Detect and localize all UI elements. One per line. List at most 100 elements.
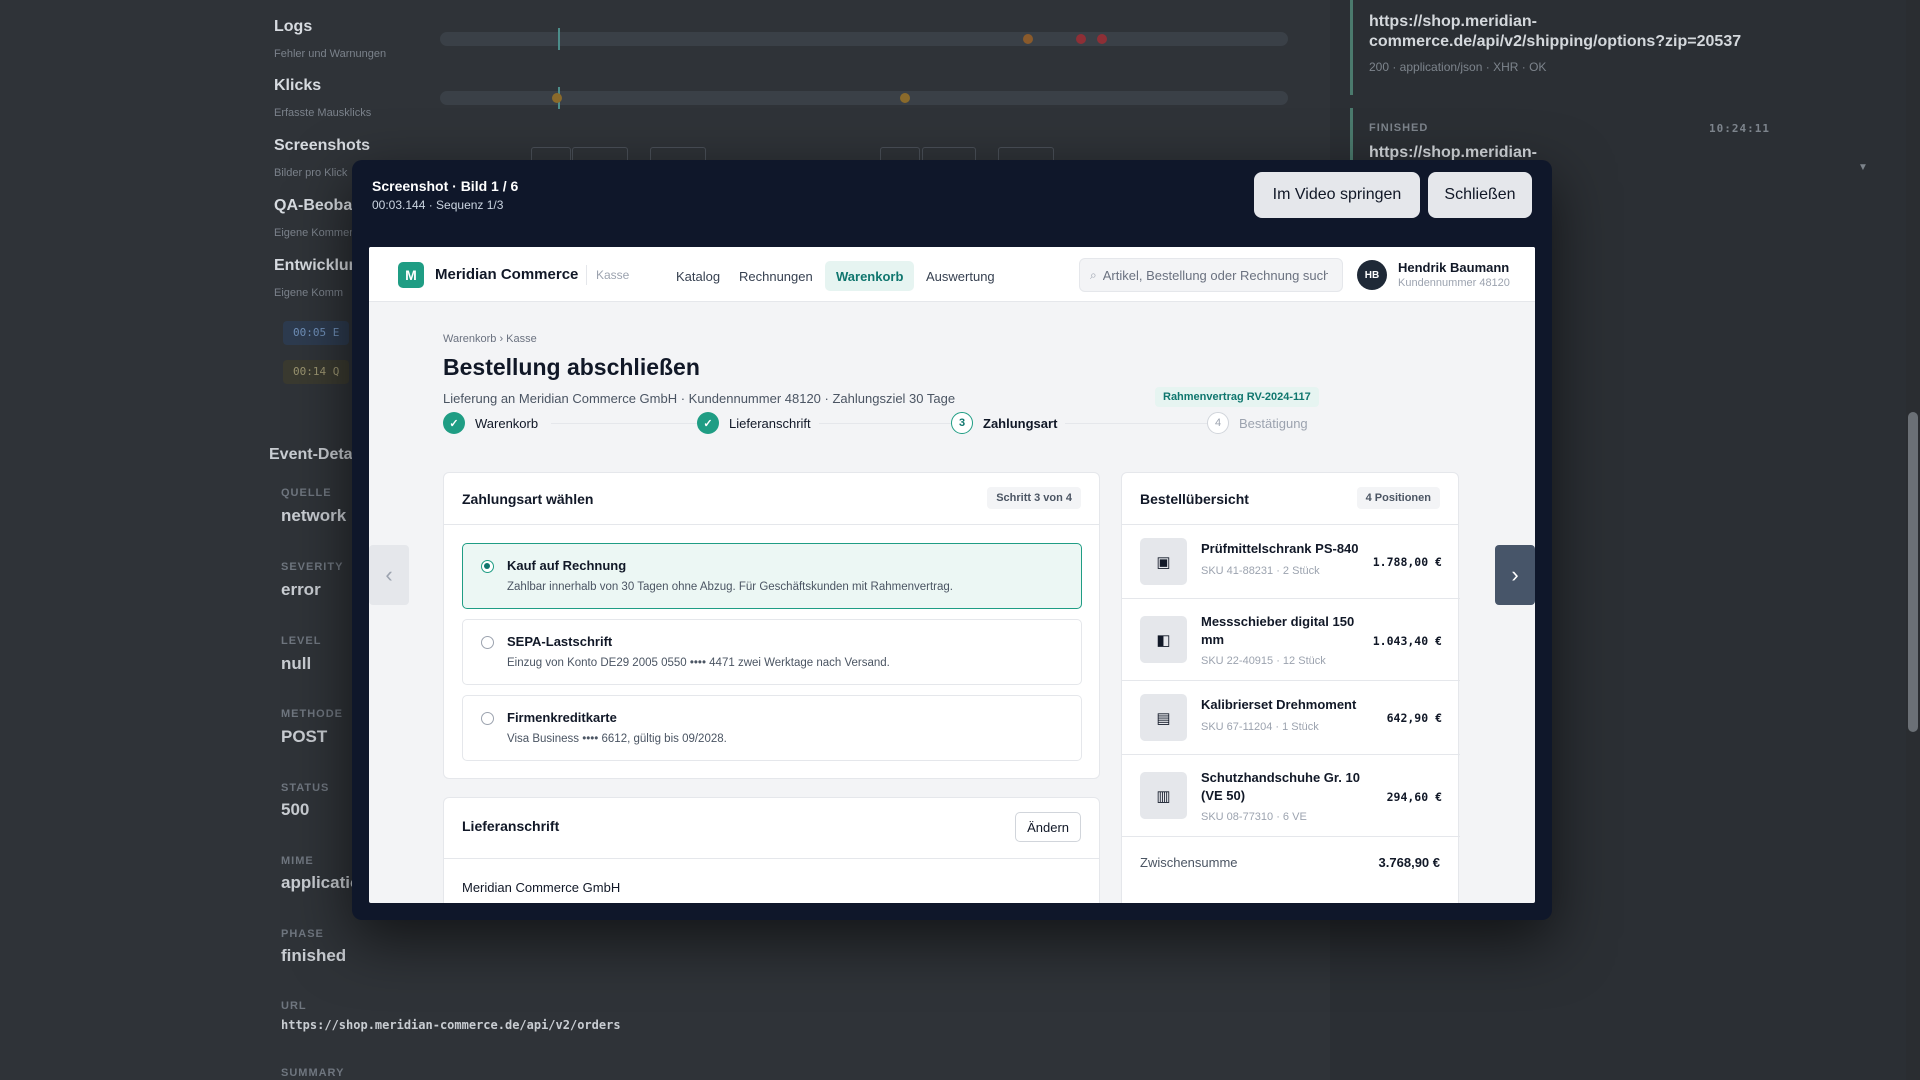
stepper-connector: [551, 423, 716, 424]
product-thumb-icon: ▥: [1140, 772, 1187, 819]
close-button[interactable]: Schließen: [1428, 172, 1532, 218]
comment-chip[interactable]: 00:14 Q: [283, 360, 350, 384]
item-price: 1.788,00 €: [1372, 555, 1442, 569]
radio-selected[interactable]: [481, 560, 494, 573]
step-lieferanschrift[interactable]: ✓ Lieferanschrift: [697, 411, 819, 435]
request-url: https://shop.meridian-commerce.de/api/v2…: [1369, 13, 1742, 50]
track-sub-dev: Eigene Komm: [274, 287, 344, 299]
avatar[interactable]: HB: [1357, 260, 1387, 290]
modal-title: Screenshot · Bild 1 / 6: [372, 178, 519, 194]
product-thumb-icon: ▣: [1140, 538, 1187, 585]
chip-text: Q: [332, 365, 340, 378]
payment-option-invoice[interactable]: Kauf auf Rechnung Zahlbar innerhalb von …: [462, 543, 1082, 609]
prev-image-button[interactable]: ‹: [369, 545, 409, 605]
subtotal-value: 3.768,90 €: [1378, 855, 1440, 870]
timeline-marker[interactable]: [552, 93, 562, 103]
nav-item-warenkorb[interactable]: Warenkorb: [825, 261, 915, 291]
comment-chip[interactable]: 00:05 E: [283, 321, 350, 345]
playhead[interactable]: [558, 28, 560, 50]
request-card[interactable]: https://shop.meridian-commerce.de/api/v2…: [1350, 0, 1789, 95]
product-thumb-icon: ◧: [1140, 616, 1187, 663]
item-price: 1.043,40 €: [1372, 634, 1442, 648]
track-label-logs: Logs: [274, 18, 313, 35]
nav-item-katalog[interactable]: Katalog: [665, 261, 731, 291]
list-item[interactable]: ◧ Messschieber digital 150 mm SKU 22-409…: [1122, 599, 1460, 681]
detail-label: LEVEL: [281, 635, 322, 647]
screenshot-viewer: M Meridian Commerce Kasse Katalog Rechnu…: [369, 247, 1535, 903]
step-number: 4: [1207, 412, 1229, 434]
item-name: Kalibrierset Drehmoment: [1201, 697, 1357, 712]
order-summary-card: Bestellübersicht 4 Positionen ▣ Prüfmitt…: [1121, 472, 1460, 903]
item-sku: SKU 08-77310 · 6 VE: [1201, 811, 1307, 823]
option-description: Zahlbar innerhalb von 30 Tagen ohne Abzu…: [507, 581, 954, 593]
chevron-down-icon[interactable]: ▼: [1858, 162, 1868, 173]
search-input[interactable]: ⌕ Artikel, Bestellung oder Rechnung such…: [1079, 258, 1343, 292]
step-zahlungsart[interactable]: 3 Zahlungsart: [951, 411, 1066, 435]
list-item[interactable]: ▥ Schutzhandschuhe Gr. 10 (VE 50) SKU 08…: [1122, 755, 1460, 837]
nav-item-auswertung[interactable]: Auswertung: [915, 261, 1006, 291]
event-details-title: Event-Detai: [269, 446, 358, 463]
item-name: Prüfmittelschrank PS-840: [1201, 541, 1359, 556]
list-item[interactable]: ▣ Prüfmittelschrank PS-840 SKU 41-88231 …: [1122, 525, 1460, 599]
track-sub-qa: Eigene Kommen: [274, 227, 356, 239]
payment-option-sepa[interactable]: SEPA-Lastschrift Einzug von Konto DE29 2…: [462, 619, 1082, 685]
step-label: Bestätigung: [1239, 415, 1308, 431]
divider: [444, 524, 1099, 525]
payment-option-creditcard[interactable]: Firmenkreditkarte Visa Business •••• 661…: [462, 695, 1082, 761]
product-thumb-icon: ▤: [1140, 694, 1187, 741]
item-sku: SKU 67-11204 · 1 Stück: [1201, 721, 1319, 733]
detail-label: MIME: [281, 855, 314, 867]
timeline-marker[interactable]: [900, 93, 910, 103]
jump-to-video-button[interactable]: Im Video springen: [1254, 172, 1420, 218]
item-name: Schutzhandschuhe Gr. 10 (VE 50): [1201, 770, 1360, 803]
item-price: 642,90 €: [1386, 711, 1442, 725]
brand-divider: [586, 265, 587, 285]
request-phase: FINISHED: [1369, 122, 1429, 134]
option-description: Einzug von Konto DE29 2005 0550 •••• 447…: [507, 657, 890, 669]
page-title: Bestellung abschließen: [443, 354, 700, 380]
change-address-button[interactable]: Ändern: [1015, 812, 1081, 842]
search-placeholder: Artikel, Bestellung oder Rechnung suchen: [1102, 267, 1328, 283]
timeline-logs[interactable]: [440, 28, 1288, 50]
timeline-marker[interactable]: [1023, 34, 1033, 44]
payment-heading: Zahlungsart wählen: [462, 491, 594, 507]
payment-card: Zahlungsart wählen Schritt 3 von 4 Kauf …: [443, 472, 1100, 779]
track-label-dev: Entwicklun: [274, 257, 359, 274]
shipping-heading: Lieferanschrift: [462, 818, 560, 834]
breadcrumb[interactable]: Warenkorb › Kasse: [443, 333, 537, 345]
nav-item-rechnungen[interactable]: Rechnungen: [728, 261, 824, 291]
detail-label: SUMMARY: [281, 1067, 345, 1079]
page-lead: Lieferung an Meridian Commerce GmbH · Ku…: [443, 391, 956, 406]
radio[interactable]: [481, 636, 494, 649]
track-label-qa: QA-Beoba: [274, 197, 353, 214]
timeline-marker[interactable]: [1076, 34, 1086, 44]
detail-label: QUELLE: [281, 487, 332, 499]
timeline-marker[interactable]: [1097, 34, 1107, 44]
request-time: 10:24:11: [1709, 122, 1770, 135]
track-sub-clicks: Erfasste Mausklicks: [274, 107, 372, 119]
timeline-clicks[interactable]: [440, 87, 1288, 109]
track-sub-screenshots: Bilder pro Klick: [274, 167, 348, 179]
option-title: Firmenkreditkarte: [507, 710, 617, 725]
user-customer-id: Kundennummer 48120: [1398, 277, 1510, 289]
search-icon: ⌕: [1090, 267, 1097, 282]
request-meta: 200 · application/json · XHR · OK: [1369, 60, 1547, 74]
scrollbar-thumb[interactable]: [1908, 412, 1918, 732]
radio[interactable]: [481, 712, 494, 725]
detail-label: METHODE: [281, 708, 343, 720]
next-image-button[interactable]: ›: [1495, 545, 1535, 605]
detail-value: applicatio: [281, 873, 361, 892]
step-bestaetigung[interactable]: 4 Bestätigung: [1207, 411, 1316, 435]
summary-heading: Bestellübersicht: [1140, 491, 1249, 507]
detail-url[interactable]: https://shop.meridian-commerce.de/api/v2…: [281, 1018, 621, 1032]
step-warenkorb[interactable]: ✓ Warenkorb: [443, 411, 547, 435]
step-badge: Schritt 3 von 4: [987, 487, 1081, 509]
detail-value: null: [281, 654, 312, 673]
detail-value: finished: [281, 946, 347, 965]
contract-badge: Rahmenvertrag RV-2024-117: [1155, 387, 1319, 407]
stepper-connector: [1059, 423, 1214, 424]
option-title: SEPA-Lastschrift: [507, 634, 613, 649]
list-item[interactable]: ▤ Kalibrierset Drehmoment SKU 67-11204 ·…: [1122, 681, 1460, 755]
stepper-connector: [809, 423, 963, 424]
shipping-company: Meridian Commerce GmbH: [462, 880, 621, 895]
